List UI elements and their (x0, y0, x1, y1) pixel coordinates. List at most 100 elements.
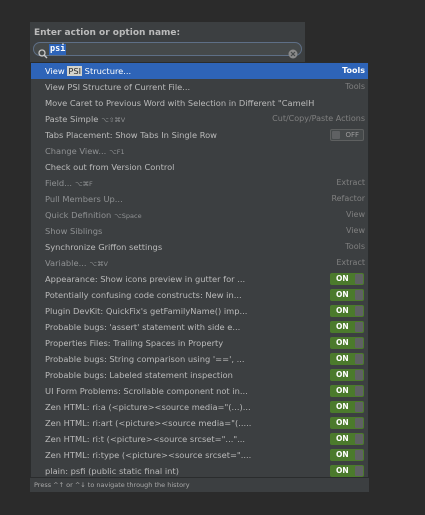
action-name-text: Change View... (45, 146, 107, 156)
match-highlight: PSI (67, 66, 83, 76)
action-name-text: Zen HTML: ri:t (<picture><source srcset=… (45, 434, 246, 444)
option-toggle[interactable]: ON (330, 273, 364, 285)
toggle-state-label: ON (336, 466, 349, 475)
option-toggle[interactable]: ON (330, 449, 364, 461)
action-list-item[interactable]: Synchronize Griffon settings Tools (31, 239, 368, 255)
toggle-knob (355, 434, 363, 444)
toggle-knob (355, 450, 363, 460)
option-toggle[interactable]: ON (330, 289, 364, 301)
toggle-state-label: ON (336, 306, 349, 315)
toggle-state-label: ON (336, 322, 349, 331)
search-prompt-label: Enter action or option name: (34, 28, 181, 38)
action-group-label: Extract (336, 258, 365, 267)
action-list-item[interactable]: Change View... ⌥F1 (31, 143, 368, 159)
action-list-item[interactable]: Paste Simple ⌥⇧⌘V Cut/Copy/Paste Actions (31, 111, 368, 127)
action-name-text: Pull Members Up... (45, 194, 123, 204)
action-group-label: Cut/Copy/Paste Actions (272, 114, 365, 123)
action-list-item[interactable]: Plugin DevKit: QuickFix's getFamilyName(… (31, 303, 368, 319)
search-query[interactable]: psi (49, 44, 67, 55)
action-name-text: plain: psfi (public static final int) (45, 466, 179, 476)
search-input[interactable]: psi (33, 42, 302, 59)
action-name-text: Quick Definition (45, 210, 112, 220)
action-list-item[interactable]: Show Siblings View (31, 223, 368, 239)
clear-search-icon[interactable] (288, 44, 298, 59)
action-group-label: Extract (336, 178, 365, 187)
toggle-state-label: ON (336, 386, 349, 395)
action-name: Synchronize Griffon settings (45, 239, 162, 255)
option-toggle[interactable]: ON (330, 353, 364, 365)
action-list-item[interactable]: Probable bugs: Labeled statement inspect… (31, 367, 368, 383)
toggle-knob (355, 290, 363, 300)
action-name: Show Siblings (45, 223, 102, 239)
keyboard-shortcut: ⌥⌘V (89, 260, 108, 268)
action-list-item[interactable]: Probable bugs: 'assert' statement with s… (31, 319, 368, 335)
toggle-knob (355, 466, 363, 476)
toggle-state-label: ON (336, 370, 349, 379)
toggle-state-label: ON (336, 450, 349, 459)
action-name-text: UI Form Problems: Scrollable component n… (45, 386, 248, 396)
action-list-item[interactable]: Check out from Version Control (31, 159, 368, 175)
option-toggle[interactable]: OFF (330, 129, 364, 141)
keyboard-shortcut: ⌥Space (114, 212, 142, 220)
option-toggle[interactable]: ON (330, 417, 364, 429)
action-group-label: Refactor (331, 194, 365, 203)
action-name-text: Show Siblings (45, 226, 103, 236)
option-toggle[interactable]: ON (330, 433, 364, 445)
option-toggle[interactable]: ON (330, 401, 364, 413)
action-list-item[interactable]: Zen HTML: ri:art (<picture><source media… (31, 415, 368, 431)
action-name: Zen HTML: ri:a (<picture><source media="… (45, 399, 251, 415)
action-list-item[interactable]: View PSI Structure... Tools (31, 63, 368, 79)
option-toggle[interactable]: ON (330, 305, 364, 317)
action-name-text: Synchronize Griffon settings (45, 242, 163, 252)
action-list-item[interactable]: Quick Definition ⌥Space View (31, 207, 368, 223)
action-name: View PSI Structure... (45, 63, 131, 79)
action-name: Check out from Version Control (45, 159, 174, 175)
action-name-text: Field... (45, 178, 73, 188)
action-list-item[interactable]: Tabs Placement: Show Tabs In Single Row O… (31, 127, 368, 143)
action-group-label: View (346, 226, 365, 235)
action-list-item[interactable]: Zen HTML: ri:a (<picture><source media="… (31, 399, 368, 415)
action-list-item[interactable]: Properties Files: Trailing Spaces in Pro… (31, 335, 368, 351)
action-list-item[interactable]: Move Caret to Previous Word with Selecti… (31, 95, 368, 111)
toggle-state-label: ON (336, 418, 349, 427)
toggle-state-label: ON (336, 290, 349, 299)
toggle-knob (355, 402, 363, 412)
toggle-knob (332, 131, 340, 139)
action-group-label: View (346, 210, 365, 219)
action-list-item[interactable]: Variable... ⌥⌘V Extract (31, 255, 368, 271)
toggle-state-label: ON (336, 338, 349, 347)
option-toggle[interactable]: ON (330, 337, 364, 349)
action-name-text: Zen HTML: ri:a (<picture><source media="… (45, 402, 251, 412)
toggle-knob (355, 354, 363, 364)
action-list-item[interactable]: Appearance: Show icons preview in gutter… (31, 271, 368, 287)
action-name-text: Zen HTML: ri:art (<picture><source media… (45, 418, 252, 428)
action-list-item[interactable]: Zen HTML: ri:type (<picture><source srcs… (31, 447, 368, 463)
action-list-item[interactable]: Potentially confusing code constructs: N… (31, 287, 368, 303)
toggle-knob (355, 386, 363, 396)
action-list-item[interactable]: Probable bugs: String comparison using '… (31, 351, 368, 367)
action-name: Zen HTML: ri:t (<picture><source srcset=… (45, 431, 245, 447)
action-name-text: View (45, 66, 68, 76)
action-list-item[interactable]: Field... ⌥⌘F Extract (31, 175, 368, 191)
action-list-item[interactable]: Pull Members Up... Refactor (31, 191, 368, 207)
action-name-text: Potentially confusing code constructs: N… (45, 290, 242, 300)
option-toggle[interactable]: ON (330, 465, 364, 477)
keyboard-shortcut: ⌥F1 (109, 148, 125, 156)
action-list-item[interactable]: UI Form Problems: Scrollable component n… (31, 383, 368, 399)
action-name: Zen HTML: ri:art (<picture><source media… (45, 415, 251, 431)
action-name: Paste Simple ⌥⇧⌘V (45, 111, 125, 128)
action-name: View PSI Structure of Current File... (45, 79, 190, 95)
action-name: Pull Members Up... (45, 191, 123, 207)
option-toggle[interactable]: ON (330, 321, 364, 333)
action-name: Tabs Placement: Show Tabs In Single Row (45, 127, 217, 143)
action-list-item[interactable]: Zen HTML: ri:t (<picture><source srcset=… (31, 431, 368, 447)
action-list-item[interactable]: View PSI Structure of Current File... Too… (31, 79, 368, 95)
action-group-label: Tools (342, 66, 365, 75)
history-hint: Press ^↑ or ^↓ to navigate through the h… (34, 481, 190, 489)
option-toggle[interactable]: ON (330, 385, 364, 397)
action-name-text: Probable bugs: Labeled statement inspect… (45, 370, 233, 380)
action-name: Change View... ⌥F1 (45, 143, 125, 160)
action-name-text: Probable bugs: 'assert' statement with s… (45, 322, 241, 332)
action-name: Potentially confusing code constructs: N… (45, 287, 242, 303)
option-toggle[interactable]: ON (330, 369, 364, 381)
